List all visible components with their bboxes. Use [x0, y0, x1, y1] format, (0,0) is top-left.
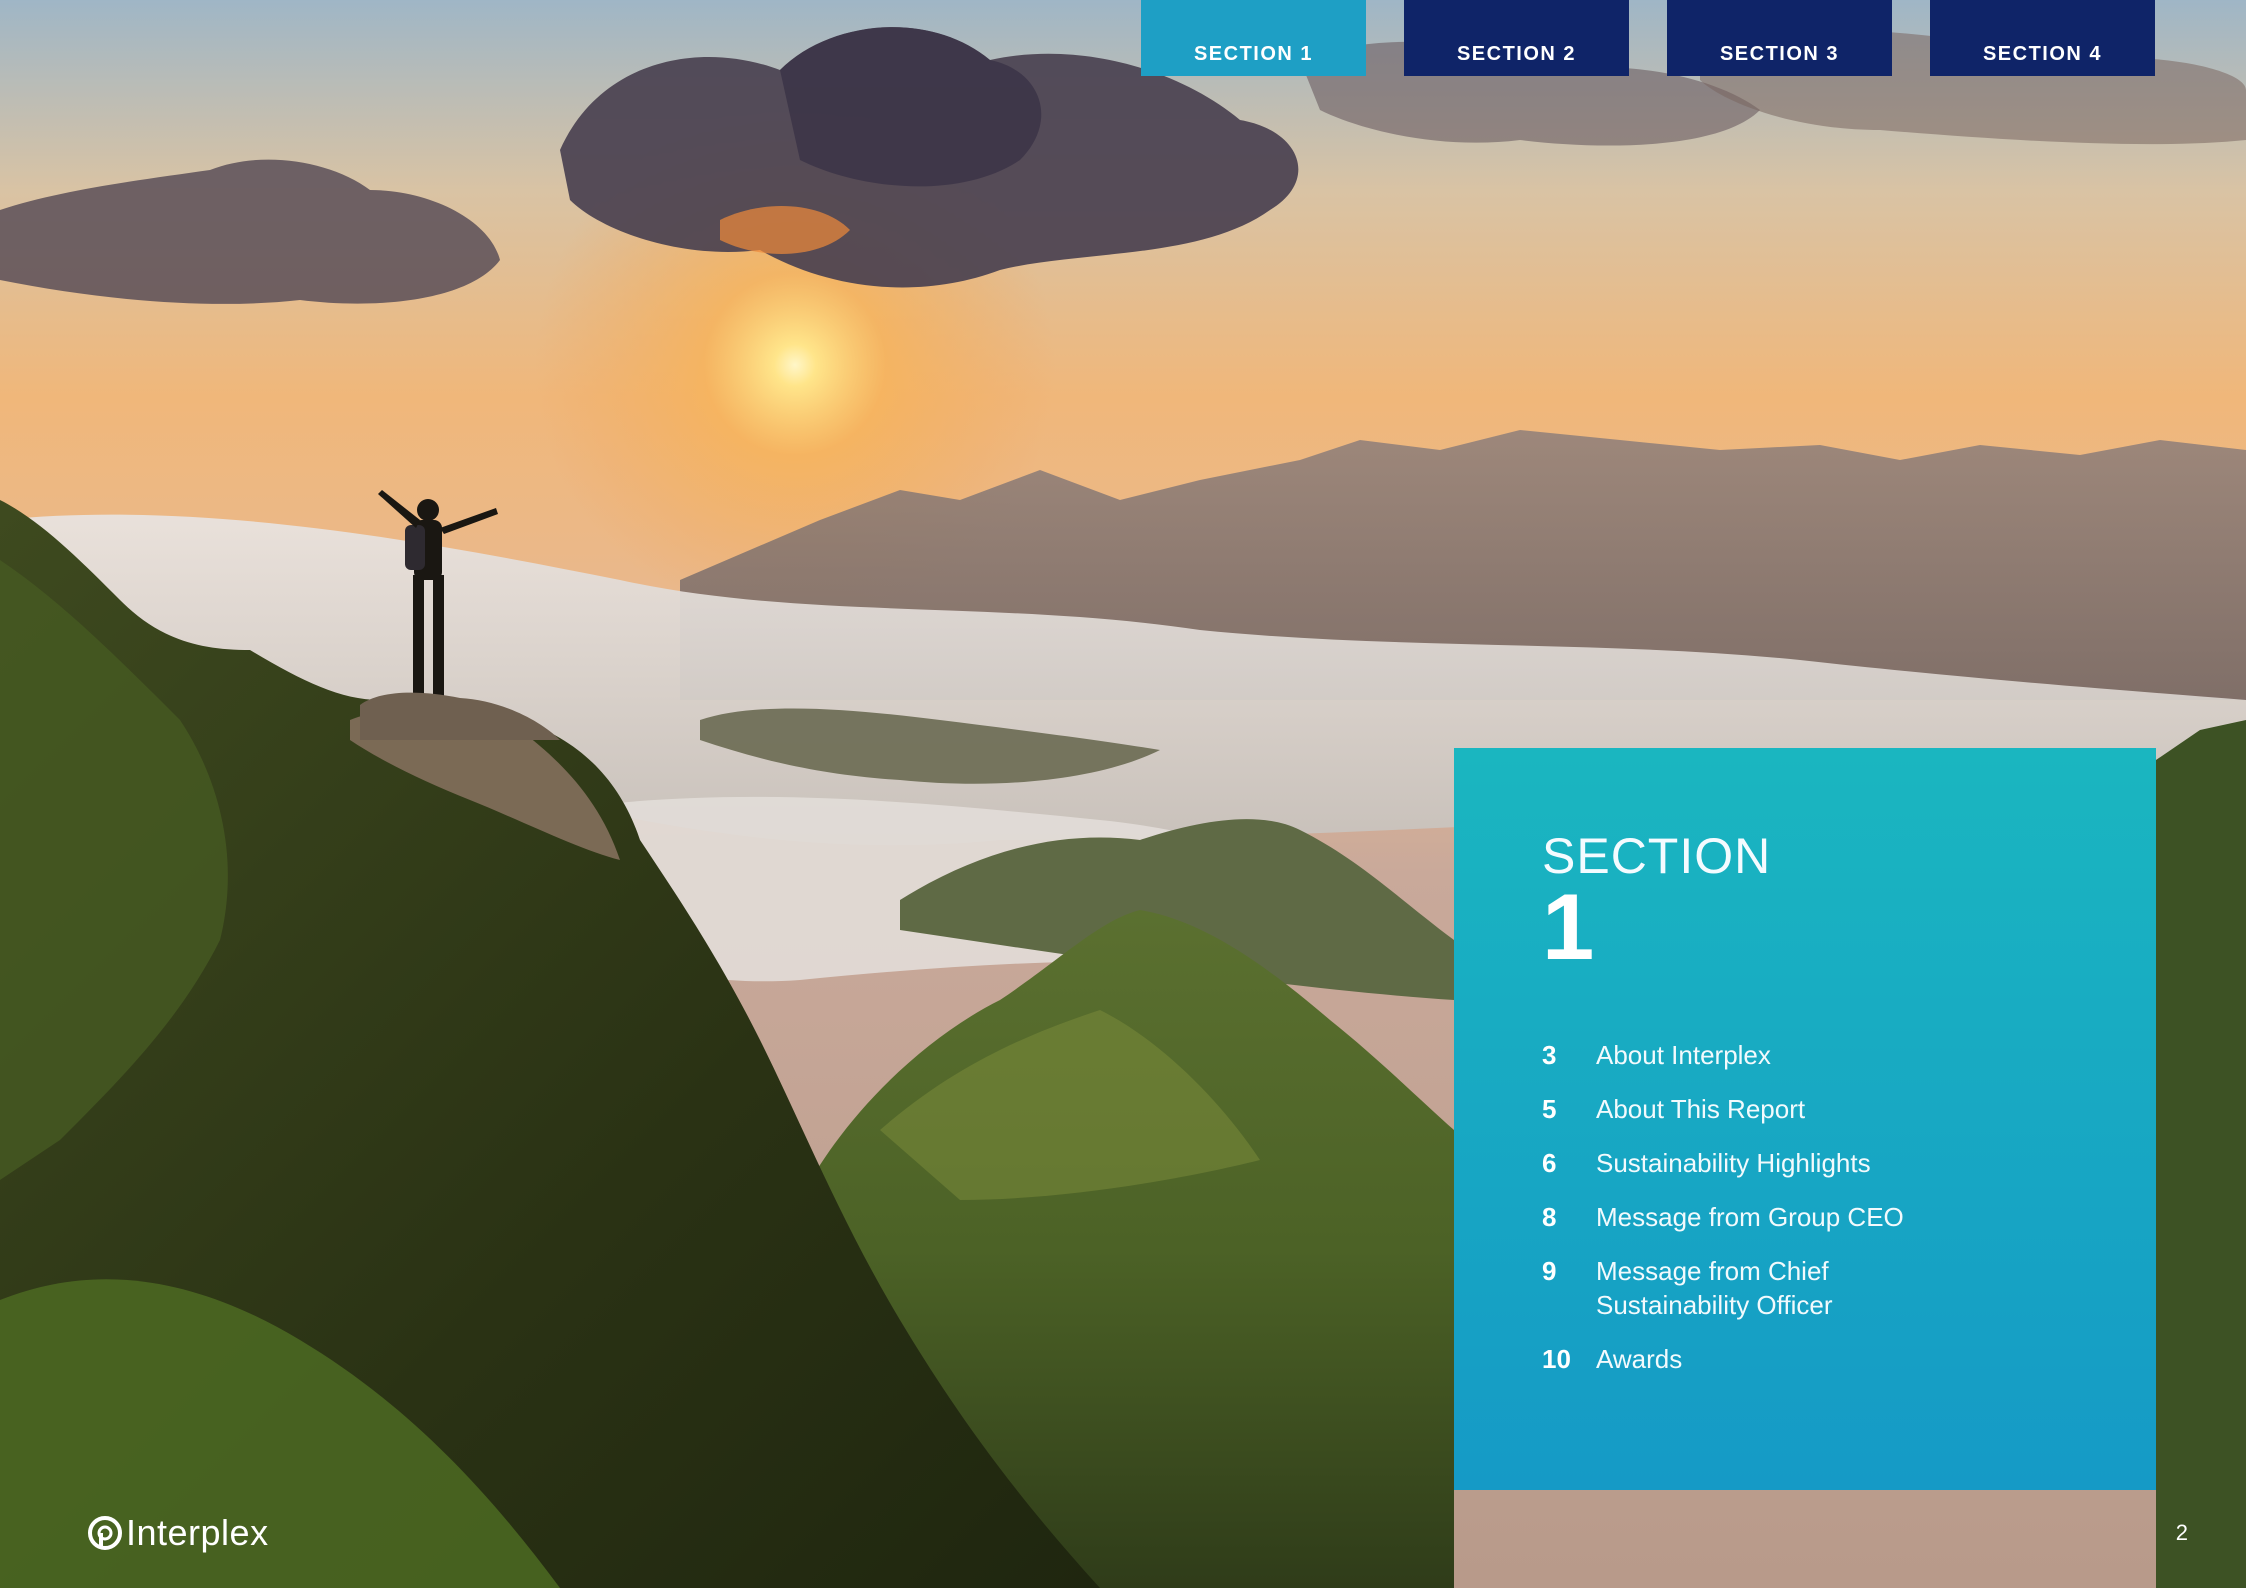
toc-page-number: 3 — [1542, 1040, 1557, 1070]
table-of-contents: 3 About Interplex 5 About This Report 6 … — [1542, 1038, 2156, 1376]
toc-item-message-ceo[interactable]: 8 Message from Group CEO — [1542, 1200, 2156, 1234]
tab-section-1[interactable]: SECTION 1 — [1141, 0, 1366, 76]
toc-item-about-interplex[interactable]: 3 About Interplex — [1542, 1038, 2156, 1072]
toc-page-number: 6 — [1542, 1148, 1557, 1178]
tab-section-3[interactable]: SECTION 3 — [1667, 0, 1892, 76]
toc-item-sustainability-highlights[interactable]: 6 Sustainability Highlights — [1542, 1146, 2156, 1180]
section-number: 1 — [1542, 874, 1595, 979]
interplex-logo-icon — [88, 1516, 122, 1550]
toc-item-message-cso[interactable]: 9 Message from Chief Sustainability Offi… — [1542, 1254, 2156, 1322]
toc-title: Message from Group CEO — [1596, 1202, 1904, 1232]
toc-page-number: 10 — [1542, 1344, 1571, 1374]
page-number: 2 — [2175, 1520, 2188, 1545]
toc-title: About This Report — [1596, 1094, 1806, 1124]
interplex-logo: Interplex — [88, 1512, 269, 1554]
toc-title: About Interplex — [1596, 1040, 1771, 1070]
toc-title: Sustainability Highlights — [1596, 1148, 1871, 1178]
tab-section-4[interactable]: SECTION 4 — [1930, 0, 2155, 76]
toc-page-number: 5 — [1542, 1094, 1557, 1124]
toc-page-number: 9 — [1542, 1256, 1557, 1286]
toc-page-number: 8 — [1542, 1202, 1557, 1232]
tab-section-2[interactable]: SECTION 2 — [1404, 0, 1629, 76]
toc-item-about-this-report[interactable]: 5 About This Report — [1542, 1092, 2156, 1126]
toc-item-awards[interactable]: 10 Awards — [1542, 1342, 2156, 1376]
toc-title: Awards — [1596, 1344, 1683, 1374]
section-heading: SECTION — [1542, 828, 1772, 884]
toc-title: Message from Chief Sustainability Office… — [1596, 1256, 1833, 1320]
section-contents-panel: SECTION 1 3 About Interplex 5 About This… — [1454, 748, 2156, 1490]
logo-text: Interplex — [126, 1512, 269, 1553]
